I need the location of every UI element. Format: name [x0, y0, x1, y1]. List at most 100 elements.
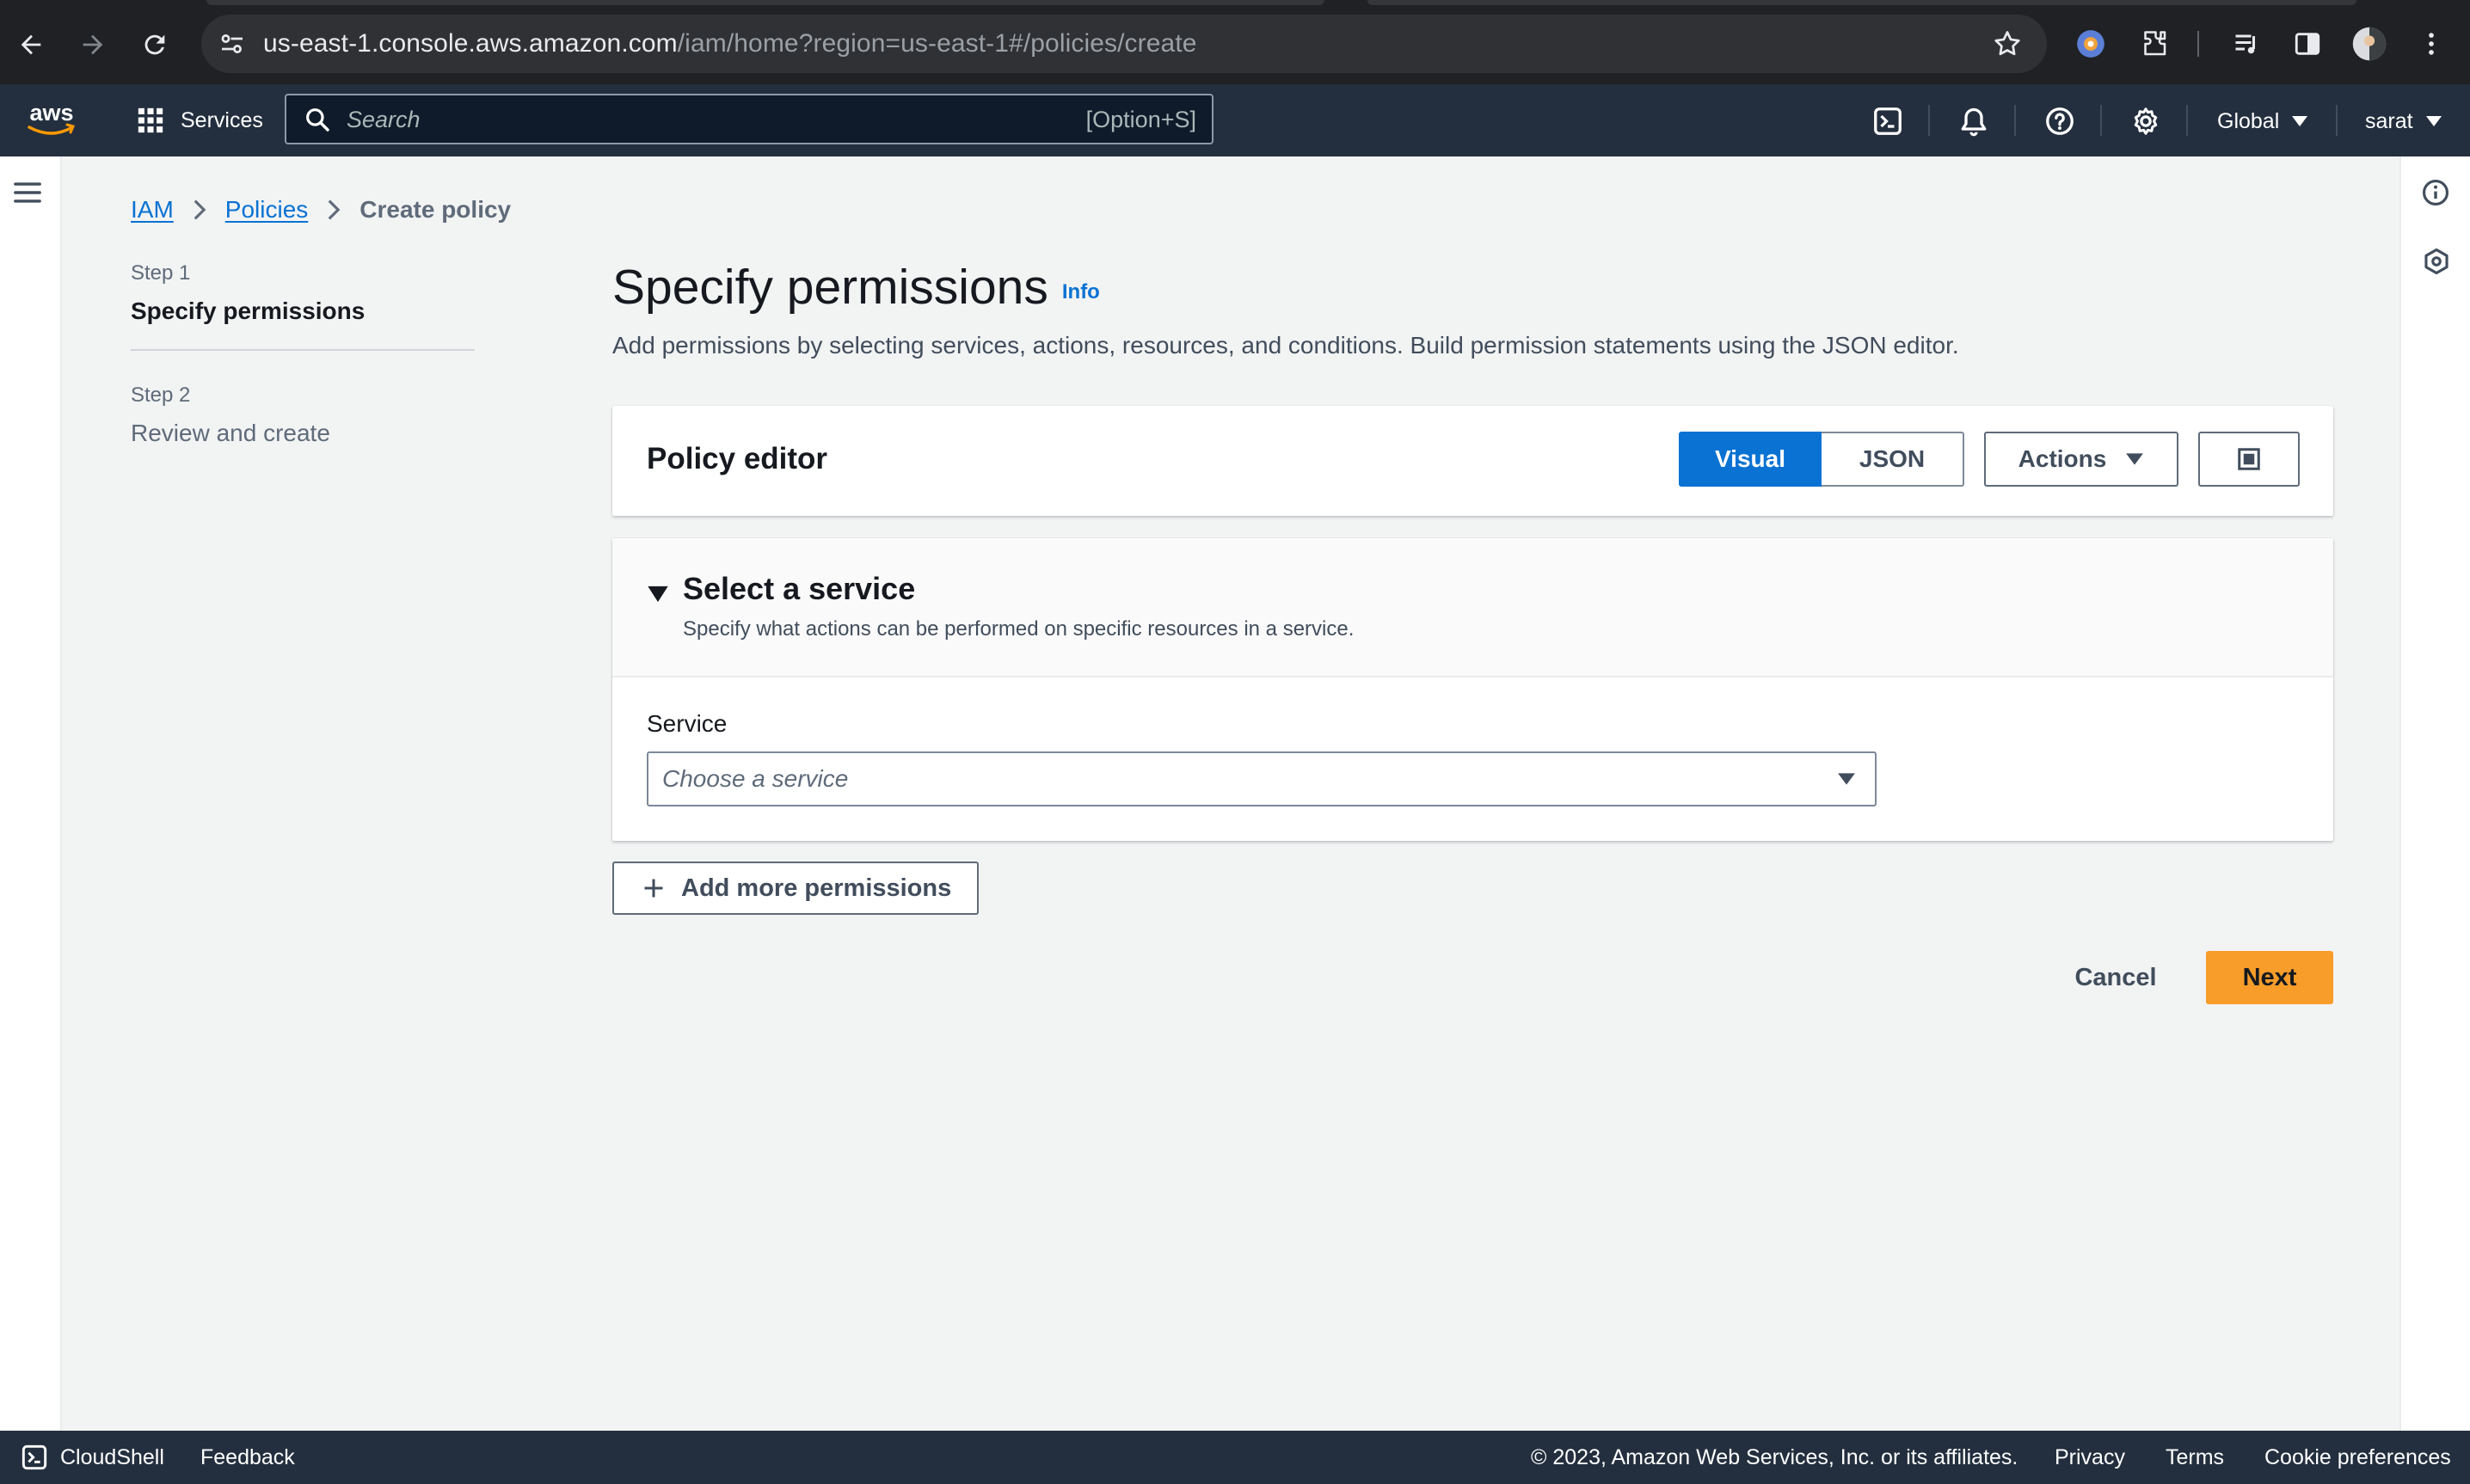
- add-more-permissions-button[interactable]: Add more permissions: [612, 862, 979, 915]
- hamburger-menu-icon[interactable]: [9, 174, 46, 212]
- info-link[interactable]: Info: [1062, 280, 1100, 304]
- notifications-bell-icon[interactable]: [1956, 103, 1992, 139]
- breadcrumb-policies-link[interactable]: Policies: [225, 196, 308, 224]
- breadcrumb: IAM Policies Create policy: [131, 193, 511, 227]
- browser-menu-icon[interactable]: [2410, 22, 2453, 65]
- service-field-label: Service: [647, 710, 728, 737]
- user-label: sarat: [2365, 108, 2413, 133]
- url-host: us-east-1.console.aws.amazon.com: [263, 29, 678, 58]
- account-menu[interactable]: sarat: [2365, 103, 2442, 139]
- svg-text:aws: aws: [29, 100, 73, 126]
- add-more-permissions-label: Add more permissions: [681, 874, 952, 902]
- side-navigation-rail: [0, 156, 62, 1431]
- step-number: Step 2: [131, 383, 191, 407]
- site-settings-icon[interactable]: [217, 28, 248, 64]
- cloudshell-icon: [22, 1444, 47, 1470]
- extensions-puzzle-icon[interactable]: [2133, 22, 2176, 65]
- caret-down-icon: [2292, 116, 2308, 126]
- cancel-button[interactable]: Cancel: [2062, 951, 2169, 1004]
- privacy-link[interactable]: Privacy: [2055, 1431, 2125, 1484]
- step-title: Review and create: [131, 420, 330, 446]
- wizard-steps: Step 1 Specify permissions Step 2 Review…: [131, 261, 475, 447]
- grid-icon: [138, 107, 163, 133]
- media-queue-icon[interactable]: [2226, 22, 2269, 65]
- toolbar-divider: [2197, 31, 2199, 57]
- info-panel-icon[interactable]: [2417, 174, 2455, 212]
- expand-caret-down-icon[interactable]: [647, 585, 669, 608]
- json-mode-button[interactable]: JSON: [1822, 432, 1964, 487]
- wizard-step-2: Step 2 Review and create: [131, 383, 475, 447]
- select-service-description: Specify what actions can be performed on…: [683, 617, 1355, 641]
- caret-down-icon: [2425, 116, 2442, 126]
- nav-divider: [2186, 105, 2188, 136]
- caret-down-icon: [2126, 453, 2144, 465]
- copyright-text: © 2023, Amazon Web Services, Inc. or its…: [1531, 1445, 2018, 1469]
- select-service-card: Select a service Specify what actions ca…: [612, 538, 2333, 841]
- extension-icon[interactable]: [2069, 22, 2112, 65]
- select-service-header[interactable]: Select a service Specify what actions ca…: [612, 538, 2333, 678]
- page-title: Specify permissions: [612, 260, 1048, 315]
- aws-logo[interactable]: aws: [24, 98, 79, 143]
- step-number: Step 1: [131, 261, 191, 285]
- feedback-hexagon-icon[interactable]: [2417, 242, 2456, 280]
- service-select[interactable]: Choose a service: [647, 751, 1877, 806]
- region-selector[interactable]: Global: [2217, 103, 2308, 139]
- cloudshell-label: CloudShell: [60, 1445, 164, 1469]
- nav-divider: [2100, 105, 2102, 136]
- policy-editor-card: Policy editor Visual JSON Actions: [612, 406, 2333, 516]
- page-header: Specify permissions Info Add permissions…: [612, 258, 2332, 359]
- browser-toolbar: us-east-1.console.aws.amazon.com/iam/hom…: [0, 0, 2470, 84]
- browser-tab-strip-2: [1367, 0, 2356, 5]
- page-description: Add permissions by selecting services, a…: [612, 332, 1959, 359]
- nav-divider: [2014, 105, 2016, 136]
- editor-mode-toggle: Visual JSON: [1679, 432, 1964, 487]
- fullscreen-icon: [2238, 448, 2260, 470]
- nav-divider: [1928, 105, 1930, 136]
- console-footer: CloudShell Feedback © 2023, Amazon Web S…: [0, 1431, 2470, 1484]
- breadcrumb-current: Create policy: [359, 196, 512, 223]
- actions-label: Actions: [2018, 445, 2107, 472]
- address-bar[interactable]: us-east-1.console.aws.amazon.com/iam/hom…: [201, 15, 2047, 73]
- cloudshell-icon[interactable]: [1870, 103, 1906, 139]
- help-icon[interactable]: [2042, 103, 2078, 139]
- url-text: us-east-1.console.aws.amazon.com/iam/hom…: [263, 15, 1197, 73]
- url-path: /iam/home?region=us-east-1#/policies/cre…: [677, 29, 1197, 58]
- feedback-link[interactable]: Feedback: [200, 1431, 295, 1484]
- tools-rail: [2399, 156, 2470, 1431]
- caret-down-icon: [1837, 772, 1856, 790]
- bookmark-star-icon[interactable]: [1992, 28, 2023, 64]
- services-menu-button[interactable]: Services: [136, 103, 263, 138]
- side-panel-icon[interactable]: [2286, 22, 2329, 65]
- step-title-active: Specify permissions: [131, 297, 366, 324]
- region-label: Global: [2217, 108, 2280, 133]
- service-select-placeholder: Choose a service: [662, 765, 849, 792]
- back-icon[interactable]: [9, 22, 53, 67]
- wizard-step-1: Step 1 Specify permissions: [131, 261, 475, 325]
- fullscreen-button[interactable]: [2198, 432, 2300, 487]
- services-label: Services: [181, 107, 263, 132]
- search-icon: [304, 106, 331, 138]
- policy-editor-title: Policy editor: [647, 442, 828, 475]
- cookie-preferences-link[interactable]: Cookie preferences: [2264, 1431, 2451, 1484]
- select-service-title: Select a service: [683, 571, 916, 606]
- breadcrumb-iam-link[interactable]: IAM: [131, 196, 174, 224]
- plus-icon: [644, 879, 663, 898]
- search-placeholder: Search: [347, 107, 421, 132]
- search-shortcut: [Option+S]: [1085, 107, 1196, 132]
- aws-top-navigation: aws Services Search [Option+S] Global sa…: [0, 84, 2470, 156]
- visual-mode-button[interactable]: Visual: [1679, 432, 1822, 487]
- step-divider: [131, 349, 475, 351]
- next-button[interactable]: Next: [2206, 951, 2333, 1004]
- unified-search-input[interactable]: Search [Option+S]: [285, 94, 1213, 144]
- terms-link[interactable]: Terms: [2166, 1431, 2224, 1484]
- chevron-right-icon: [327, 199, 341, 221]
- cloudshell-footer-button[interactable]: CloudShell: [21, 1431, 164, 1484]
- forward-icon[interactable]: [71, 22, 115, 67]
- profile-avatar-icon[interactable]: [2348, 22, 2391, 65]
- actions-dropdown-button[interactable]: Actions: [1984, 432, 2178, 487]
- reload-icon[interactable]: [132, 22, 177, 67]
- settings-gear-icon[interactable]: [2128, 103, 2164, 139]
- chevron-right-icon: [193, 199, 206, 221]
- browser-tab-strip: [206, 0, 1324, 5]
- nav-divider: [2336, 105, 2338, 136]
